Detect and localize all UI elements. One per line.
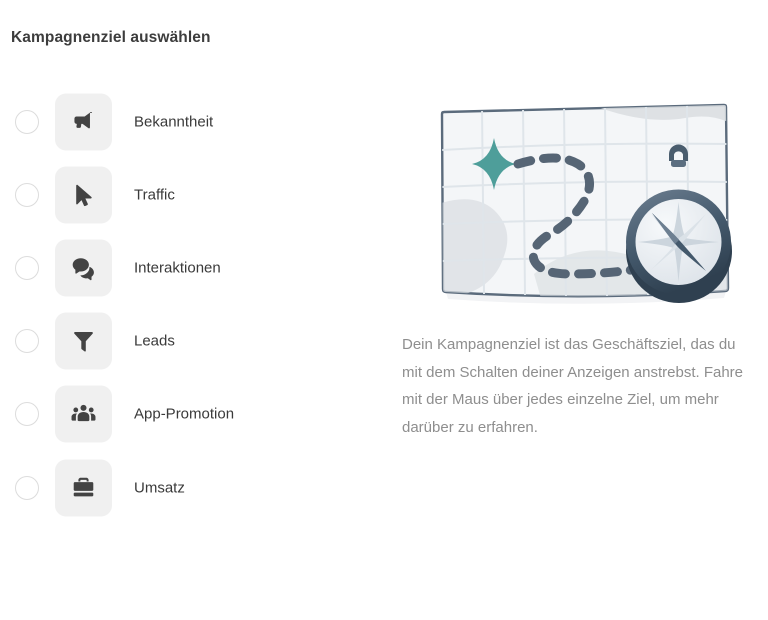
objective-info-panel: Dein Kampagnenziel ist das Geschäftsziel… bbox=[402, 92, 752, 441]
goal-option-sales[interactable]: Umsatz bbox=[0, 451, 380, 524]
goal-option-engagement[interactable]: Interaktionen bbox=[0, 231, 380, 304]
radio-leads[interactable] bbox=[15, 329, 39, 354]
goal-label-leads: Leads bbox=[134, 332, 175, 350]
goal-label-awareness: Bekanntheit bbox=[134, 113, 214, 131]
goal-option-awareness[interactable]: Bekanntheit bbox=[0, 85, 380, 158]
campaign-objective-list: Bekanntheit Traffic Interaktionen Leads … bbox=[0, 85, 380, 524]
goal-option-app-promotion[interactable]: App-Promotion bbox=[0, 378, 380, 451]
page-title: Kampagnenziel auswählen bbox=[11, 29, 211, 46]
goal-option-leads[interactable]: Leads bbox=[0, 305, 380, 378]
goal-option-traffic[interactable]: Traffic bbox=[0, 158, 380, 231]
briefcase-icon bbox=[55, 459, 112, 517]
radio-sales[interactable] bbox=[15, 475, 39, 500]
megaphone-icon bbox=[55, 93, 112, 151]
people-group-icon bbox=[55, 385, 112, 443]
goal-label-engagement: Interaktionen bbox=[134, 259, 221, 277]
radio-app-promotion[interactable] bbox=[15, 402, 39, 427]
radio-awareness[interactable] bbox=[15, 109, 39, 134]
campaign-objective-page: Kampagnenziel auswählen Bekanntheit Traf… bbox=[0, 0, 768, 620]
goal-label-traffic: Traffic bbox=[134, 186, 175, 204]
objective-description: Dein Kampagnenziel ist das Geschäftsziel… bbox=[402, 336, 744, 436]
goal-label-app-promotion: App-Promotion bbox=[134, 405, 235, 423]
map-with-compass-illustration bbox=[440, 103, 732, 304]
radio-traffic[interactable] bbox=[15, 182, 39, 207]
speech-bubbles-icon bbox=[55, 239, 112, 297]
radio-engagement[interactable] bbox=[15, 255, 39, 280]
cursor-arrow-icon bbox=[55, 166, 112, 224]
funnel-icon bbox=[55, 312, 112, 370]
goal-label-sales: Umsatz bbox=[134, 479, 185, 497]
